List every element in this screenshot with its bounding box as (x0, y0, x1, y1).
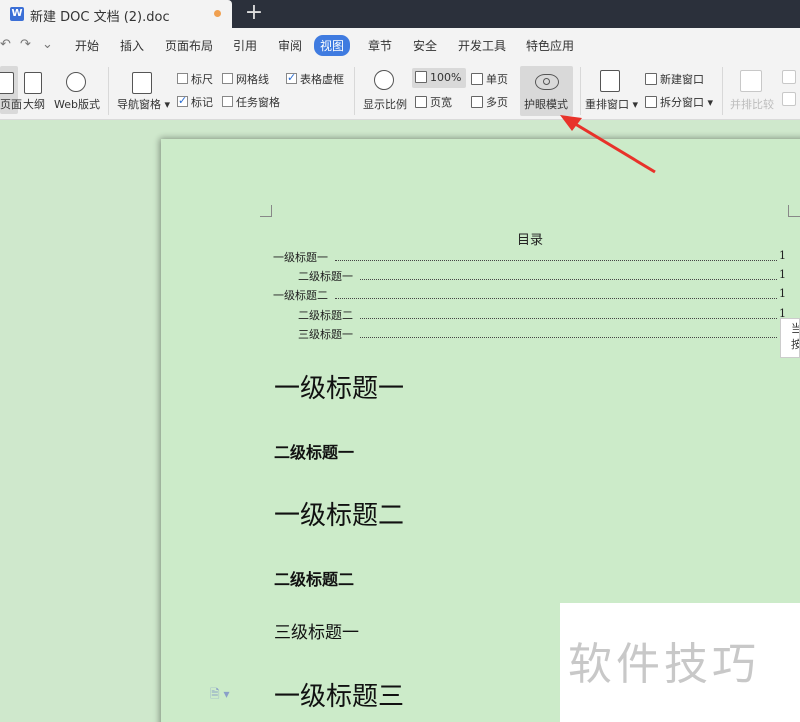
task-pane-checkbox-box[interactable] (222, 96, 233, 107)
zoom-100-icon (415, 71, 427, 83)
undo-icon[interactable]: ↶ (0, 37, 11, 52)
reset-position-icon[interactable] (782, 92, 796, 106)
menu-developer[interactable]: 开发工具 (458, 37, 506, 54)
zoom-100-label: 100% (415, 71, 461, 84)
new-window-icon (645, 73, 657, 85)
side-by-side-icon[interactable] (740, 70, 762, 92)
page-view-icon (0, 72, 14, 94)
ruler-checkbox[interactable]: 标尺 (177, 71, 213, 87)
task-pane-checkbox[interactable]: 任务窗格 (222, 94, 280, 110)
nav-pane-icon[interactable] (132, 72, 152, 94)
nav-pane-button[interactable]: 导航窗格 ▾ (117, 96, 170, 112)
split-window-button[interactable]: 拆分窗口 ▾ (645, 94, 713, 110)
table-gridlines-checkbox[interactable]: 表格虚框 (286, 71, 344, 87)
ribbon-divider (108, 67, 109, 115)
menu-references[interactable]: 引用 (233, 37, 257, 54)
document-tab-title: 新建 DOC 文档 (2).doc (30, 10, 170, 25)
margin-corner-mark (788, 205, 800, 217)
watermark-text: 软件技巧 (568, 639, 760, 690)
gridlines-checkbox-box[interactable] (222, 73, 233, 84)
ribbon-divider (580, 67, 581, 115)
gridlines-label: 网格线 (236, 73, 269, 86)
toc-entry[interactable]: 一级标题二 1 (0, 287, 800, 303)
more-dropdown-icon[interactable]: ⌄ (42, 37, 53, 52)
side-by-side-button[interactable]: 并排比较 (730, 96, 774, 112)
menu-chapter[interactable]: 章节 (368, 37, 392, 54)
margin-corner-mark (260, 205, 272, 217)
menu-security[interactable]: 安全 (413, 37, 437, 54)
menu-special-apps[interactable]: 特色应用 (526, 37, 574, 54)
menu-home[interactable]: 开始 (75, 37, 99, 54)
task-pane-label: 任务窗格 (236, 96, 280, 109)
new-window-button[interactable]: 新建窗口 (645, 71, 704, 87)
title-tab-bar: W 新建 DOC 文档 (2).doc + (0, 0, 800, 28)
toc-entry[interactable]: 三级标题一 (0, 326, 800, 342)
document-tab[interactable]: W 新建 DOC 文档 (2).doc (0, 0, 232, 28)
menu-review[interactable]: 审阅 (278, 37, 302, 54)
page-nav-icon[interactable]: 🗎 ▾ (210, 685, 230, 706)
heading-level-2: 二级标题二 (274, 570, 355, 589)
split-window-icon (645, 96, 657, 108)
new-tab-button[interactable]: + (244, 0, 264, 28)
arrange-window-icon[interactable] (600, 70, 620, 92)
arrange-window-button[interactable]: 重排窗口 ▾ (585, 96, 638, 112)
redo-icon[interactable]: ↷ (20, 37, 31, 52)
zoom-button[interactable]: 显示比例 (363, 96, 407, 112)
web-layout-button[interactable]: Web版式 (54, 96, 100, 112)
menu-page-layout[interactable]: 页面布局 (165, 37, 213, 54)
page-view-label: 页面 (0, 98, 22, 111)
single-page-icon (471, 73, 483, 85)
heading-level-3: 三级标题一 (274, 623, 359, 643)
zoom-magnifier-icon[interactable] (374, 70, 394, 90)
eye-mode-label: 护眼模式 (524, 98, 568, 111)
heading-level-1: 一级标题三 (274, 682, 405, 712)
toc-entry[interactable]: 一级标题一 1 (0, 249, 800, 265)
sync-scroll-icon[interactable] (782, 70, 796, 84)
heading-level-2: 二级标题一 (274, 443, 355, 462)
heading-level-1: 一级标题一 (274, 374, 405, 404)
wps-writer-icon: W (10, 7, 24, 21)
toc-entry[interactable]: 二级标题二 1 (0, 307, 800, 323)
tooltip: 当 按 (780, 318, 800, 358)
page-width-icon (415, 96, 427, 108)
unsaved-dot-icon (214, 10, 221, 17)
single-page-button[interactable]: 单页 (471, 71, 508, 87)
multi-page-button[interactable]: 多页 (471, 94, 508, 110)
web-layout-icon[interactable] (66, 72, 86, 92)
markup-checkbox-box[interactable] (177, 94, 188, 107)
ruler-label: 标尺 (191, 73, 213, 86)
markup-label: 标记 (191, 96, 213, 109)
outline-button[interactable]: 大纲 (23, 96, 45, 112)
gridlines-checkbox[interactable]: 网格线 (222, 71, 269, 87)
view-ribbon: 页面 大纲 Web版式 导航窗格 ▾ 标尺 网格线 表格虚框 标记 任务窗格 显… (0, 62, 800, 120)
menu-insert[interactable]: 插入 (120, 37, 144, 54)
ruler-checkbox-box[interactable] (177, 73, 188, 84)
menu-view[interactable]: 视图 (314, 35, 351, 56)
eye-icon (535, 74, 559, 90)
table-gridlines-checkbox-box[interactable] (286, 71, 297, 84)
heading-level-1: 一级标题二 (274, 501, 405, 531)
outline-icon[interactable] (24, 72, 42, 94)
table-gridlines-label: 表格虚框 (300, 73, 344, 86)
ribbon-divider (722, 67, 723, 115)
menu-bar: ↶ ↷ ⌄ 开始 插入 页面布局 引用 审阅 视图 章节 安全 开发工具 特色应… (0, 28, 800, 62)
page-width-button[interactable]: 页宽 (415, 94, 452, 110)
toc-entry[interactable]: 二级标题一 1 (0, 268, 800, 284)
markup-checkbox[interactable]: 标记 (177, 94, 213, 110)
ribbon-divider (354, 67, 355, 115)
toc-title: 目录 (517, 233, 544, 248)
multi-page-icon (471, 96, 483, 108)
